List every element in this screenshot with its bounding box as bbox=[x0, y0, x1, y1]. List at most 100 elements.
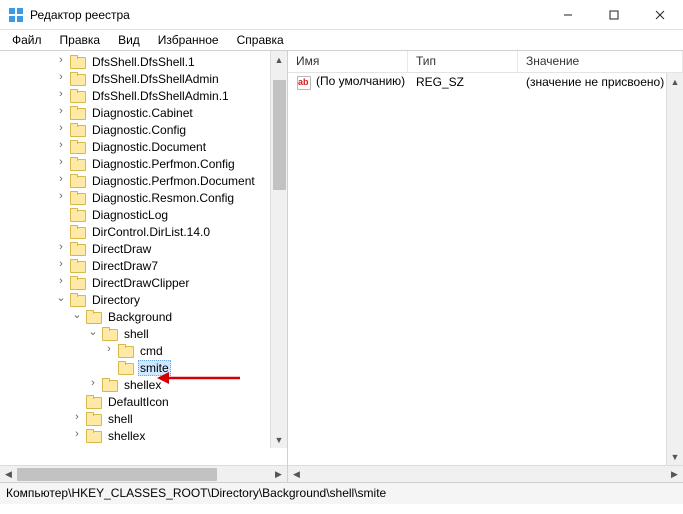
tree-node-label: shell bbox=[106, 412, 135, 426]
chevron-right-icon[interactable]: › bbox=[70, 428, 84, 442]
scroll-up-icon[interactable]: ▲ bbox=[667, 73, 683, 90]
tree-node[interactable]: ⌄Directory bbox=[0, 291, 287, 308]
scroll-down-icon[interactable]: ▼ bbox=[271, 431, 287, 448]
chevron-right-icon[interactable]: › bbox=[54, 190, 68, 204]
chevron-down-icon[interactable]: ⌄ bbox=[70, 309, 84, 323]
tree-node[interactable]: smite bbox=[0, 359, 287, 376]
tree-node-label: DirectDrawClipper bbox=[90, 276, 191, 290]
scroll-left-icon[interactable]: ◀ bbox=[288, 466, 305, 482]
tree-node[interactable]: DirControl.DirList.14.0 bbox=[0, 223, 287, 240]
tree-node-label: Background bbox=[106, 310, 174, 324]
tree-node[interactable]: DefaultIcon bbox=[0, 393, 287, 410]
tree-node[interactable]: › DirectDraw7 bbox=[0, 257, 287, 274]
tree-node[interactable]: › shellex bbox=[0, 427, 287, 444]
tree-node-label: shellex bbox=[106, 429, 147, 443]
tree-node-label: Diagnostic.Config bbox=[90, 123, 188, 137]
folder-icon bbox=[70, 55, 86, 69]
string-value-icon bbox=[296, 74, 312, 90]
registry-tree[interactable]: ›DfsShell.DfsShell.1›DfsShell.DfsShellAd… bbox=[0, 51, 287, 446]
tree-node-label: DefaultIcon bbox=[106, 395, 171, 409]
chevron-right-icon[interactable]: › bbox=[54, 139, 68, 153]
chevron-down-icon[interactable]: ⌄ bbox=[54, 292, 68, 306]
tree-vertical-scrollbar[interactable]: ▲ ▼ bbox=[270, 51, 287, 448]
chevron-right-icon[interactable]: › bbox=[54, 54, 68, 68]
folder-icon bbox=[70, 72, 86, 86]
tree-twisty-none bbox=[54, 207, 68, 221]
chevron-right-icon[interactable]: › bbox=[54, 258, 68, 272]
maximize-button[interactable] bbox=[591, 0, 637, 30]
tree-node-label: Diagnostic.Resmon.Config bbox=[90, 191, 236, 205]
folder-icon bbox=[118, 344, 134, 358]
list-horizontal-scrollbar[interactable]: ◀ ▶ bbox=[288, 465, 683, 482]
scroll-right-icon[interactable]: ▶ bbox=[270, 466, 287, 482]
tree-node[interactable]: ›shellex bbox=[0, 376, 287, 393]
tree-pane: ›DfsShell.DfsShell.1›DfsShell.DfsShellAd… bbox=[0, 51, 288, 482]
tree-node[interactable]: ›cmd bbox=[0, 342, 287, 359]
menubar: Файл Правка Вид Избранное Справка bbox=[0, 30, 683, 50]
tree-node[interactable]: › Diagnostic.Cabinet bbox=[0, 104, 287, 121]
tree-node[interactable]: › Diagnostic.Resmon.Config bbox=[0, 189, 287, 206]
tree-node[interactable]: › DfsShell.DfsShellAdmin bbox=[0, 70, 287, 87]
tree-node[interactable]: ⌄shell bbox=[0, 325, 287, 342]
column-name[interactable]: Имя bbox=[288, 51, 408, 72]
tree-node-label: Diagnostic.Cabinet bbox=[90, 106, 195, 120]
chevron-right-icon[interactable]: › bbox=[54, 71, 68, 85]
tree-node[interactable]: ›Diagnostic.Document bbox=[0, 138, 287, 155]
folder-icon bbox=[102, 327, 118, 341]
chevron-right-icon[interactable]: › bbox=[70, 411, 84, 425]
tree-twisty-none bbox=[54, 224, 68, 238]
folder-icon bbox=[70, 242, 86, 256]
titlebar: Редактор реестра bbox=[0, 0, 683, 30]
tree-node-label: DfsShell.DfsShellAdmin bbox=[90, 72, 221, 86]
tree-node-label: DirectDraw7 bbox=[90, 259, 160, 273]
columns-header: Имя Тип Значение bbox=[288, 51, 683, 73]
folder-icon bbox=[70, 140, 86, 154]
tree-node[interactable]: › Diagnostic.Perfmon.Document bbox=[0, 172, 287, 189]
tree-node[interactable]: › shell bbox=[0, 410, 287, 427]
chevron-right-icon[interactable]: › bbox=[54, 88, 68, 102]
tree-node-label: Diagnostic.Perfmon.Document bbox=[90, 174, 257, 188]
menu-help[interactable]: Справка bbox=[229, 31, 292, 49]
value-row[interactable]: (По умолчанию) REG_SZ (значение не присв… bbox=[288, 73, 683, 91]
chevron-down-icon[interactable]: ⌄ bbox=[86, 326, 100, 340]
folder-icon bbox=[70, 293, 86, 307]
tree-node[interactable]: › DirectDrawClipper bbox=[0, 274, 287, 291]
column-value[interactable]: Значение bbox=[518, 51, 683, 72]
chevron-right-icon[interactable]: › bbox=[86, 377, 100, 391]
value-data: (значение не присвоено) bbox=[518, 74, 683, 90]
menu-edit[interactable]: Правка bbox=[52, 31, 109, 49]
chevron-right-icon[interactable]: › bbox=[54, 105, 68, 119]
scroll-up-icon[interactable]: ▲ bbox=[271, 51, 287, 68]
scroll-left-icon[interactable]: ◀ bbox=[0, 466, 17, 482]
chevron-right-icon[interactable]: › bbox=[54, 156, 68, 170]
menu-favorites[interactable]: Избранное bbox=[150, 31, 227, 49]
tree-node[interactable]: ⌄ Background bbox=[0, 308, 287, 325]
tree-node-label: DiagnosticLog bbox=[90, 208, 170, 222]
list-vertical-scrollbar[interactable]: ▲ ▼ bbox=[666, 73, 683, 465]
chevron-right-icon[interactable]: › bbox=[54, 275, 68, 289]
menu-file[interactable]: Файл bbox=[4, 31, 50, 49]
app-icon bbox=[8, 7, 24, 23]
tree-node-label: DirControl.DirList.14.0 bbox=[90, 225, 212, 239]
tree-node-label: DirectDraw bbox=[90, 242, 153, 256]
close-button[interactable] bbox=[637, 0, 683, 30]
folder-icon bbox=[86, 429, 102, 443]
tree-node[interactable]: DiagnosticLog bbox=[0, 206, 287, 223]
column-type[interactable]: Тип bbox=[408, 51, 518, 72]
chevron-right-icon[interactable]: › bbox=[102, 343, 116, 357]
chevron-right-icon[interactable]: › bbox=[54, 173, 68, 187]
tree-node[interactable]: › Diagnostic.Config bbox=[0, 121, 287, 138]
tree-node[interactable]: ›DfsShell.DfsShellAdmin.1 bbox=[0, 87, 287, 104]
tree-horizontal-scrollbar[interactable]: ◀ ▶ bbox=[0, 465, 287, 482]
folder-icon bbox=[70, 259, 86, 273]
scroll-right-icon[interactable]: ▶ bbox=[666, 466, 683, 482]
window-title: Редактор реестра bbox=[30, 8, 545, 22]
chevron-right-icon[interactable]: › bbox=[54, 122, 68, 136]
minimize-button[interactable] bbox=[545, 0, 591, 30]
menu-view[interactable]: Вид bbox=[110, 31, 148, 49]
scroll-down-icon[interactable]: ▼ bbox=[667, 448, 683, 465]
tree-node[interactable]: ›Diagnostic.Perfmon.Config bbox=[0, 155, 287, 172]
chevron-right-icon[interactable]: › bbox=[54, 241, 68, 255]
tree-node[interactable]: ›DfsShell.DfsShell.1 bbox=[0, 53, 287, 70]
tree-node[interactable]: › DirectDraw bbox=[0, 240, 287, 257]
